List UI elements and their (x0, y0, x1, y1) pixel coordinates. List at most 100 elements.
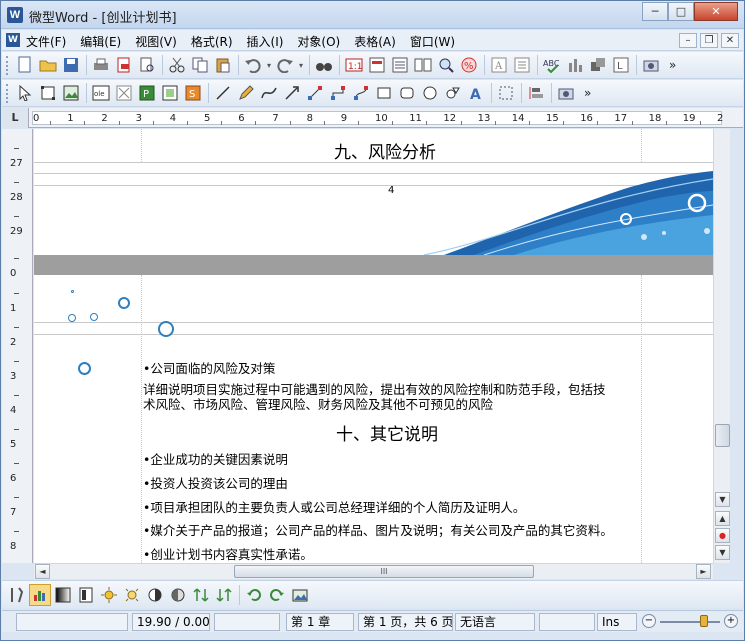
find-binoculars-icon[interactable] (313, 54, 335, 76)
connector-tool-icon[interactable] (304, 82, 326, 104)
horizontal-ruler[interactable]: L 0 1 2 3 4 5 6 7 8 9 10 11 12 13 14 15 16 17 18 19 2 (2, 108, 743, 128)
layers-icon[interactable] (587, 54, 609, 76)
horizontal-scrollbar[interactable]: ◄ III ► (34, 563, 713, 579)
page-layout-icon[interactable] (389, 54, 411, 76)
ruler-track[interactable]: 0 1 2 3 4 5 6 7 8 9 10 11 12 13 14 15 16 17 18 19 2 (32, 111, 723, 125)
document-canvas[interactable]: 九、风险分析 4 •公司面临的风险及对策 详细说明项目实施过程中可能遇到的风险，… (34, 129, 713, 563)
paste-icon[interactable] (212, 54, 234, 76)
menu-window[interactable]: 窗口(W) (410, 33, 455, 50)
plugin-p-icon[interactable]: P (136, 82, 158, 104)
new-document-icon[interactable] (14, 54, 36, 76)
elbow-connector-icon[interactable] (327, 82, 349, 104)
menu-format[interactable]: 格式(R) (191, 33, 233, 50)
scroll-right-button[interactable]: ► (696, 564, 711, 579)
group-icon[interactable] (495, 82, 517, 104)
color-palette-icon[interactable] (29, 583, 51, 606)
doc-restore-button[interactable]: ❐ (700, 33, 718, 48)
export-pdf-icon[interactable] (113, 54, 135, 76)
title-bar[interactable]: W 微型Word - [创业计划书] ─ □ ✕ (1, 1, 744, 29)
previous-page-button[interactable]: ▲ (715, 511, 730, 526)
zoom-slider-track[interactable] (660, 621, 720, 623)
menu-insert[interactable]: 插入(I) (247, 33, 284, 50)
brightness-down-icon[interactable] (121, 584, 143, 606)
dropdown-arrow-icon[interactable]: ▾ (265, 54, 273, 76)
image-reset-icon[interactable] (289, 584, 311, 606)
flip-vertical-icon[interactable] (190, 584, 212, 606)
align-objects-icon[interactable] (525, 82, 547, 104)
font-icon[interactable]: A (488, 54, 510, 76)
horizontal-scroll-thumb[interactable]: III (234, 565, 534, 578)
toolbar-overflow-button[interactable]: » (669, 58, 676, 72)
formula-frame-icon[interactable] (113, 82, 135, 104)
insert-mode-indicator[interactable]: Ins (597, 613, 637, 631)
rotate-right-icon[interactable] (266, 584, 288, 606)
toolbar-grip[interactable] (6, 55, 10, 75)
maximize-button[interactable]: □ (668, 2, 694, 21)
brightness-up-icon[interactable] (98, 584, 120, 606)
save-icon[interactable] (60, 54, 82, 76)
menu-file[interactable]: 文件(F) (26, 33, 66, 50)
shapes-tool-icon[interactable] (442, 82, 464, 104)
word-app-icon[interactable]: W (7, 7, 23, 23)
plugin-frame-icon[interactable] (159, 82, 181, 104)
column-layout-icon[interactable] (75, 584, 97, 606)
vertical-ruler[interactable]: 27 28 29 0 1 2 3 4 5 6 7 8 (2, 129, 33, 563)
flip-horizontal-icon[interactable] (213, 584, 235, 606)
zoom-out-button[interactable]: − (642, 614, 656, 628)
copy-icon[interactable] (189, 54, 211, 76)
doc-minimize-button[interactable]: – (679, 33, 697, 48)
vertical-scrollbar[interactable]: ▼ ▲ ● ▼ (713, 129, 730, 563)
cut-icon[interactable] (166, 54, 188, 76)
line-tool-icon[interactable] (212, 82, 234, 104)
text-box-icon[interactable]: L (610, 54, 632, 76)
scroll-left-button[interactable]: ◄ (35, 564, 50, 579)
zoom-in-button[interactable]: + (724, 614, 738, 628)
object-properties-icon[interactable] (555, 82, 577, 104)
dropdown-arrow-icon[interactable]: ▾ (297, 54, 305, 76)
vertical-scroll-thumb[interactable] (715, 424, 730, 447)
plugin-s-icon[interactable]: S (182, 82, 204, 104)
minimize-button[interactable]: ─ (642, 2, 668, 21)
image-frame-icon[interactable] (60, 82, 82, 104)
spell-check-icon[interactable]: ABC (541, 54, 563, 76)
pencil-tool-icon[interactable] (235, 82, 257, 104)
open-folder-icon[interactable] (37, 54, 59, 76)
rectangle-tool-icon[interactable] (373, 82, 395, 104)
arrow-line-icon[interactable] (281, 82, 303, 104)
scroll-down-button[interactable]: ▼ (715, 492, 730, 507)
bar-chart-icon[interactable] (564, 54, 586, 76)
toolbar-overflow-button[interactable]: » (584, 86, 591, 100)
select-arrow-icon[interactable] (14, 82, 36, 104)
gradient-icon[interactable] (52, 584, 74, 606)
two-page-icon[interactable] (412, 54, 434, 76)
rotate-left-icon[interactable] (243, 584, 265, 606)
percent-icon[interactable]: % (458, 54, 480, 76)
ole-object-icon[interactable]: ole (90, 82, 112, 104)
curved-connector-icon[interactable] (350, 82, 372, 104)
contrast-up-icon[interactable] (144, 584, 166, 606)
curve-tool-icon[interactable] (258, 82, 280, 104)
next-page-button[interactable]: ▼ (715, 545, 730, 560)
tab-selector[interactable]: L (2, 108, 29, 128)
rounded-rect-tool-icon[interactable] (396, 82, 418, 104)
menu-view[interactable]: 视图(V) (135, 33, 177, 50)
text-frame-icon[interactable] (37, 82, 59, 104)
zoom-slider-knob[interactable] (700, 615, 708, 627)
doc-close-button[interactable]: ✕ (721, 33, 739, 48)
menu-table[interactable]: 表格(A) (354, 33, 396, 50)
toolbar-grip[interactable] (6, 83, 10, 103)
zoom-icon[interactable] (435, 54, 457, 76)
paragraph-format-icon[interactable] (511, 54, 533, 76)
header-footer-icon[interactable] (366, 54, 388, 76)
menu-edit[interactable]: 编辑(E) (80, 33, 121, 50)
ellipse-tool-icon[interactable] (419, 82, 441, 104)
page-number-icon[interactable]: 1:1 (343, 54, 365, 76)
tools-icon[interactable] (6, 584, 28, 606)
close-button[interactable]: ✕ (694, 2, 738, 21)
text-art-icon[interactable]: A (465, 82, 487, 104)
redo-icon[interactable] (274, 54, 296, 76)
contrast-down-icon[interactable] (167, 584, 189, 606)
document-icon[interactable]: W (6, 33, 20, 47)
options-icon[interactable] (640, 54, 662, 76)
print-icon[interactable] (90, 54, 112, 76)
